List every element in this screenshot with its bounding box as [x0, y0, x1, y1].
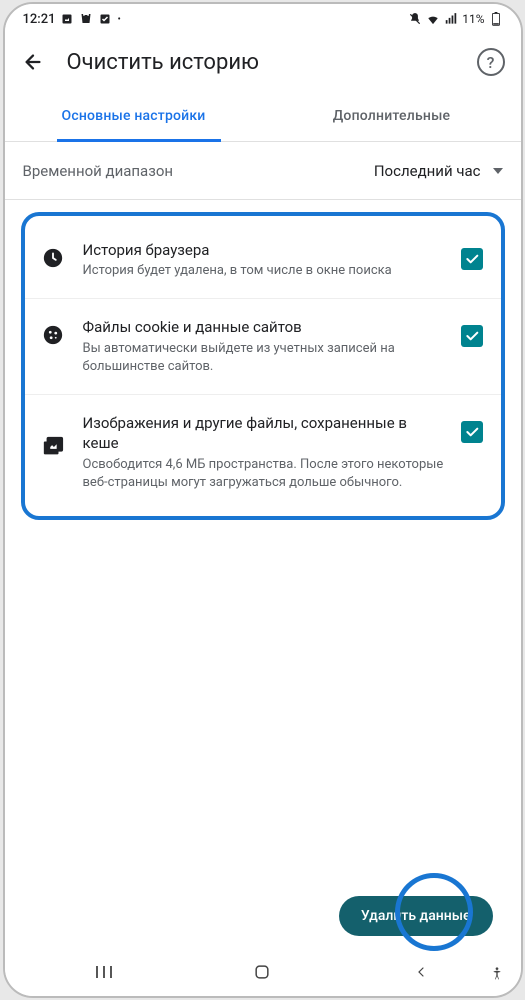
help-icon: ?: [487, 53, 495, 72]
list-item-cookies[interactable]: Файлы cookie и данные сайтов Вы автомати…: [25, 299, 501, 395]
back-button[interactable]: [21, 50, 45, 74]
item-content: Изображения и другие файлы, сохраненные …: [83, 413, 445, 492]
nav-back-button[interactable]: [407, 958, 435, 986]
status-left: 12:21 •: [23, 12, 121, 27]
item-title: История браузера: [83, 240, 445, 260]
status-bar: 12:21 •: [5, 4, 521, 34]
tab-basic-label: Основные настройки: [61, 108, 205, 124]
navigation-bar: [5, 948, 521, 996]
tab-advanced-label: Дополнительные: [333, 108, 451, 124]
accessibility-button[interactable]: [489, 966, 509, 986]
highlight-box: История браузера История будет удалена, …: [21, 212, 505, 520]
checkbox-cookies[interactable]: [461, 325, 483, 347]
check-icon: [98, 12, 112, 26]
clock-icon: [39, 244, 67, 272]
tab-advanced[interactable]: Дополнительные: [263, 90, 521, 141]
nav-home-button[interactable]: [248, 958, 276, 986]
item-content: Файлы cookie и данные сайтов Вы автомати…: [83, 317, 445, 376]
item-desc: Освободится 4,6 МБ пространства. После э…: [83, 456, 445, 492]
shopping-icon: [79, 12, 93, 26]
chevron-down-icon: [493, 168, 503, 174]
tabs: Основные настройки Дополнительные: [5, 90, 521, 142]
time-range-row: Временной диапазон Последний час: [5, 142, 521, 200]
image-stack-icon: [39, 433, 67, 461]
item-title: Файлы cookie и данные сайтов: [83, 317, 445, 337]
page-title: Очистить историю: [65, 50, 457, 75]
tab-indicator: [57, 139, 221, 142]
checkbox-cache[interactable]: [461, 421, 483, 443]
time-range-label: Временной диапазон: [23, 162, 374, 180]
battery-percent: 11%: [462, 12, 484, 26]
nav-recents-button[interactable]: [90, 958, 118, 986]
clear-data-label: Удалить данные: [361, 908, 471, 924]
time-range-value: Последний час: [374, 162, 481, 180]
status-right: 11%: [408, 12, 502, 26]
time-range-dropdown[interactable]: Последний час: [374, 162, 503, 180]
clear-data-button[interactable]: Удалить данные: [339, 896, 493, 936]
item-desc: Вы автоматически выйдете из учетных запи…: [83, 340, 445, 376]
app-bar: Очистить историю ?: [5, 34, 521, 90]
status-time: 12:21: [23, 12, 56, 27]
more-dot: •: [117, 14, 120, 25]
help-button[interactable]: ?: [477, 48, 505, 76]
list-item-cache[interactable]: Изображения и другие файлы, сохраненные …: [25, 395, 501, 510]
list-item-history[interactable]: История браузера История будет удалена, …: [25, 222, 501, 299]
item-content: История браузера История будет удалена, …: [83, 240, 445, 280]
screen: 12:21 •: [5, 4, 521, 996]
signal-icon: [444, 12, 458, 26]
wifi-icon: [426, 12, 440, 26]
checkbox-history[interactable]: [461, 248, 483, 270]
tab-basic[interactable]: Основные настройки: [5, 90, 263, 141]
image-icon: [60, 12, 74, 26]
battery-icon: [489, 12, 503, 26]
mute-icon: [408, 12, 422, 26]
bottom-action-area: Удалить данные: [339, 896, 493, 936]
phone-frame: 12:21 •: [3, 2, 523, 998]
item-title: Изображения и другие файлы, сохраненные …: [83, 413, 445, 454]
item-desc: История будет удалена, в том числе в окн…: [83, 262, 445, 280]
cookie-icon: [39, 321, 67, 349]
